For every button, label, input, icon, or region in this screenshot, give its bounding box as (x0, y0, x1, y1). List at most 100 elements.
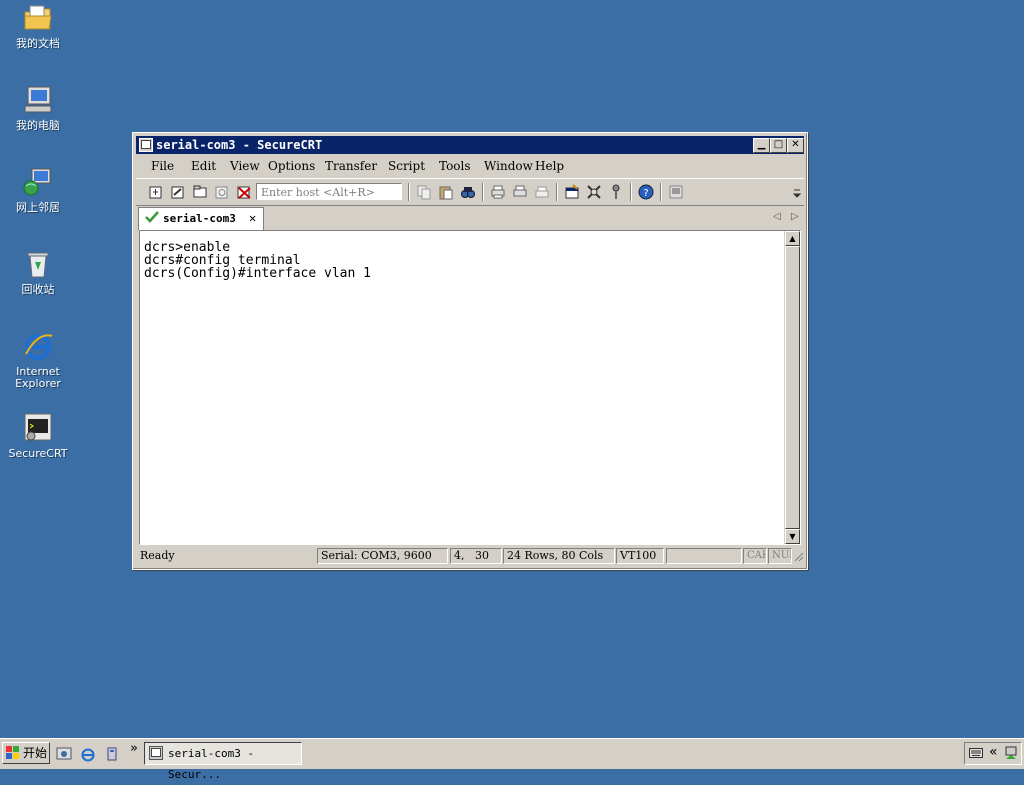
desktop-icon-recycle-bin[interactable]: 回收站 (6, 248, 70, 296)
vertical-scrollbar[interactable]: ▲ ▼ (784, 231, 800, 544)
app-icon (139, 138, 153, 152)
arrow-down-icon: ▼ (789, 532, 796, 541)
show-desktop-icon[interactable] (56, 746, 72, 762)
paste-icon[interactable] (438, 184, 454, 200)
tab-label: serial-com3 (163, 212, 236, 225)
toolbar-separator (630, 183, 632, 201)
ie-quicklaunch-icon[interactable] (80, 746, 96, 762)
taskbar-item-securecrt[interactable]: serial-com3 - Secur... (144, 742, 302, 781)
status-connection: Serial: COM3, 9600 (317, 548, 448, 564)
toolbar: Enter host <Alt+R> ? (136, 178, 804, 206)
about-icon[interactable] (668, 184, 684, 200)
tab-scroll-left-icon[interactable]: ◁ (773, 211, 781, 222)
taskbar: 开始 » serial-com3 - Secur... « (0, 738, 1024, 781)
menu-bar: File Edit View Options Transfer Script T… (136, 156, 804, 176)
close-button[interactable]: ✕ (787, 138, 804, 153)
keymap-icon[interactable] (608, 184, 624, 200)
desktop-icon-label: 回收站 (21, 283, 55, 296)
toolbar-overflow-icon[interactable] (792, 187, 802, 203)
menu-view[interactable]: View (230, 159, 260, 173)
desktop-icon-my-computer[interactable]: 我的电脑 (6, 84, 70, 132)
status-emulation: VT100 (616, 548, 664, 564)
window-title: serial-com3 - SecureCRT (156, 138, 323, 152)
print-icon[interactable] (490, 184, 506, 200)
tab-serial-com3[interactable]: serial-com3 ✕ (138, 207, 264, 230)
status-bar: Ready Serial: COM3, 9600 4, 30 24 Rows, … (136, 547, 804, 565)
status-cap: CAP (743, 548, 767, 564)
scroll-down-button[interactable]: ▼ (785, 529, 800, 544)
toolbar-separator (482, 183, 484, 201)
desktop-icon-internet-explorer[interactable]: Internet Explorer (6, 330, 70, 390)
terminal-area[interactable]: dcrs>enable dcrs#config terminal dcrs(Co… (139, 230, 801, 545)
connect-icon[interactable] (148, 184, 164, 200)
desktop-icon-network[interactable]: 网上邻居 (6, 166, 70, 214)
menu-script[interactable]: Script (388, 159, 425, 173)
quicklaunch-chevron[interactable]: » (130, 741, 138, 756)
maximize-button[interactable]: □ (770, 138, 787, 153)
network-tray-icon[interactable] (1004, 746, 1018, 763)
host-input[interactable]: Enter host <Alt+R> (256, 183, 402, 200)
printer-setup-icon[interactable] (534, 184, 550, 200)
internet-explorer-icon (22, 330, 54, 362)
folder-icon (22, 2, 54, 34)
toolbar-separator (556, 183, 558, 201)
reconnect-icon[interactable] (214, 184, 230, 200)
server-manager-icon[interactable] (104, 746, 120, 762)
connected-check-icon (145, 211, 159, 226)
windows-logo-icon (6, 746, 20, 766)
status-size: 24 Rows, 80 Cols (503, 548, 615, 564)
status-cursor: 4, 30 (450, 548, 502, 564)
start-label: 开始 (23, 746, 48, 760)
network-icon (22, 166, 54, 198)
menu-tools[interactable]: Tools (439, 159, 471, 173)
resize-grip-icon[interactable] (794, 551, 804, 566)
tab-close-icon[interactable]: ✕ (249, 211, 256, 225)
minimize-button[interactable]: ▁ (753, 138, 770, 153)
status-num: NUM (768, 548, 792, 564)
scroll-up-button[interactable]: ▲ (785, 231, 800, 246)
menu-transfer[interactable]: Transfer (325, 159, 377, 173)
status-empty-pane (666, 548, 742, 564)
tray-expand-chevron[interactable]: « (989, 744, 998, 760)
computer-icon (22, 84, 54, 116)
menu-file[interactable]: File (151, 159, 174, 173)
securecrt-task-icon (149, 746, 163, 767)
securecrt-window: serial-com3 - SecureCRT ▁ □ ✕ File Edit … (132, 132, 808, 570)
session-options-icon[interactable] (564, 184, 580, 200)
desktop-icon-label: 我的电脑 (16, 119, 60, 132)
system-tray: « (964, 742, 1022, 765)
copy-icon[interactable] (416, 184, 432, 200)
keyboard-icon[interactable] (969, 747, 983, 762)
disconnect-icon[interactable] (236, 184, 252, 200)
desktop-icon-my-documents[interactable]: 我的文档 (6, 2, 70, 50)
taskbar-item-label: serial-com3 - Secur... (168, 747, 255, 781)
title-bar[interactable]: serial-com3 - SecureCRT ▁ □ ✕ (136, 136, 804, 154)
find-icon[interactable] (460, 184, 476, 200)
help-icon[interactable]: ? (638, 184, 654, 200)
minimize-icon: ▁ (757, 139, 766, 150)
close-icon: ✕ (791, 139, 800, 150)
global-options-icon[interactable] (586, 184, 602, 200)
terminal-line: dcrs(Config)#interface vlan 1 (144, 266, 371, 281)
quick-connect-icon[interactable] (170, 184, 186, 200)
menu-options[interactable]: Options (268, 159, 315, 173)
desktop-icon-label: SecureCRT (8, 447, 68, 460)
session-tab-strip: serial-com3 ✕ ◁ ▷ (136, 205, 804, 230)
menu-edit[interactable]: Edit (191, 159, 216, 173)
securecrt-icon (22, 412, 54, 444)
maximize-icon: □ (773, 139, 784, 150)
desktop-icon-securecrt[interactable]: SecureCRT (6, 412, 70, 460)
menu-window[interactable]: Window (484, 159, 533, 173)
desktop-icon-label: 网上邻居 (16, 201, 60, 214)
connect-in-tab-icon[interactable] (192, 184, 208, 200)
toolbar-separator (660, 183, 662, 201)
toolbar-separator (408, 183, 410, 201)
scroll-thumb[interactable] (785, 246, 800, 529)
start-button[interactable]: 开始 (2, 742, 50, 764)
svg-text:?: ? (643, 188, 648, 199)
print-selection-icon[interactable] (512, 184, 528, 200)
desktop-icon-label: 我的文档 (16, 37, 60, 50)
menu-help[interactable]: Help (535, 159, 564, 173)
desktop-icon-label: Internet Explorer (15, 365, 61, 390)
tab-scroll-right-icon[interactable]: ▷ (791, 211, 799, 222)
